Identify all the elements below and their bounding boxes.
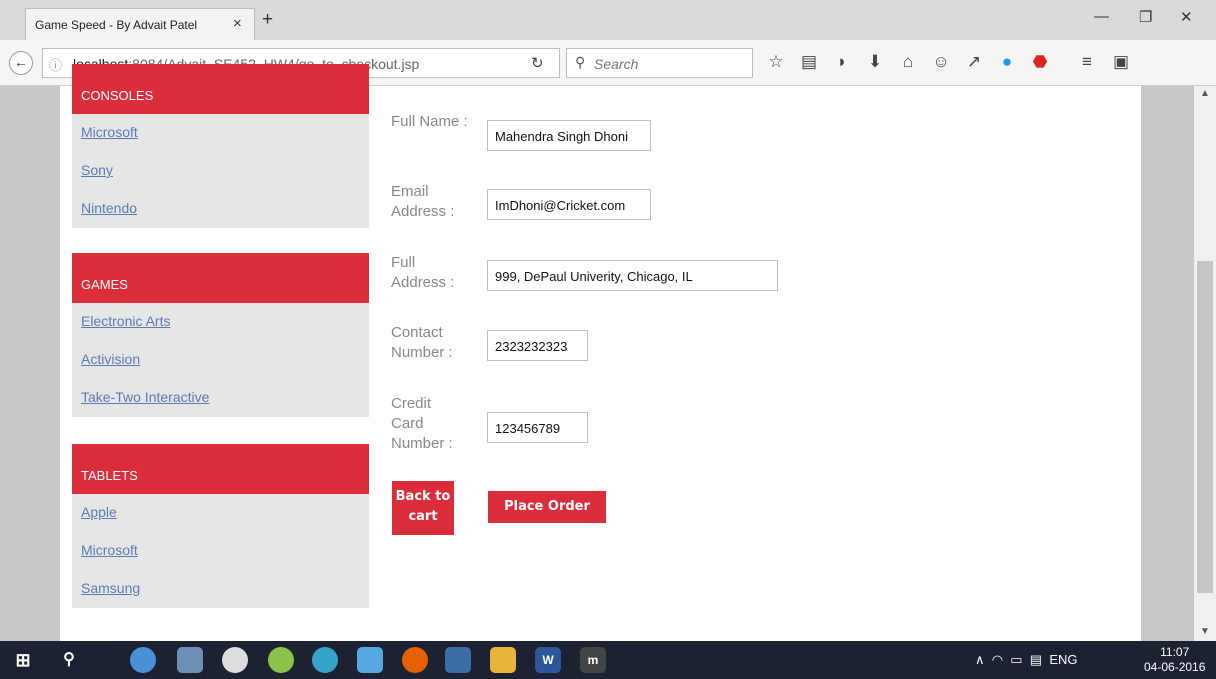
- sidebar-link-nintendo[interactable]: Nintendo: [72, 190, 369, 228]
- clock-date: 04-06-2016: [1144, 660, 1206, 674]
- sidebar-link-activision[interactable]: Activision: [72, 341, 369, 379]
- search-placeholder: Search: [594, 56, 639, 72]
- sidebar-link-samsung[interactable]: Samsung: [72, 570, 369, 608]
- menu-icon[interactable]: ≡: [1077, 51, 1097, 73]
- bookmark-star-icon[interactable]: ☆: [766, 51, 786, 73]
- sidebar: CONSOLES Microsoft Sony Nintendo GAMES E…: [72, 64, 369, 641]
- email-label: Email Address :: [391, 183, 455, 220]
- address-input[interactable]: 999, DePaul Univerity, Chicago, IL: [487, 260, 778, 291]
- scroll-up-icon[interactable]: ▲: [1200, 88, 1210, 99]
- virtualbox-icon[interactable]: [357, 647, 383, 673]
- scroll-down-icon[interactable]: ▼: [1200, 626, 1210, 637]
- bookmarks-list-icon[interactable]: ▤: [799, 51, 819, 73]
- notepad-icon[interactable]: [177, 647, 203, 673]
- email-input[interactable]: ImDhoni@Cricket.com: [487, 189, 651, 220]
- system-tray[interactable]: ∧ ◠ ▭ ▤ ENG: [975, 652, 1078, 668]
- info-icon[interactable]: ⓘ: [49, 55, 62, 74]
- sidebar-link-microsoft-tablets[interactable]: Microsoft: [72, 532, 369, 570]
- category-games: GAMES Electronic Arts Activision Take-Tw…: [72, 253, 369, 417]
- share-icon[interactable]: ↗: [964, 51, 984, 73]
- browser-tab[interactable]: Game Speed - By Advait Patel ×: [25, 8, 255, 40]
- restore-icon[interactable]: ❐: [1139, 8, 1152, 26]
- category-header: GAMES: [72, 253, 369, 303]
- scroll-thumb[interactable]: [1197, 261, 1213, 593]
- firefox-icon[interactable]: [402, 647, 428, 673]
- chrome-icon[interactable]: [130, 647, 156, 673]
- category-header: CONSOLES: [72, 64, 369, 114]
- address-label: Full Address :: [391, 254, 455, 291]
- adblock-icon[interactable]: ⬣: [1030, 51, 1050, 73]
- minimize-icon[interactable]: —: [1094, 8, 1109, 25]
- tab-title: Game Speed - By Advait Patel: [35, 18, 198, 32]
- sidebar-link-electronic-arts[interactable]: Electronic Arts: [72, 303, 369, 341]
- sidebar-link-apple[interactable]: Apple: [72, 494, 369, 532]
- tab-bar: Game Speed - By Advait Patel × + — ❐ ✕: [0, 0, 1216, 40]
- full-name-label: Full Name :: [391, 113, 468, 130]
- place-order-button[interactable]: Place Order: [488, 491, 606, 523]
- taskbar: ⊞ ⚲ W m ∧ ◠ ▭ ▤ ENG 11:07 04-06-2016: [0, 641, 1216, 679]
- contact-input[interactable]: 2323232323: [487, 330, 588, 361]
- close-window-icon[interactable]: ✕: [1180, 8, 1193, 26]
- category-consoles: CONSOLES Microsoft Sony Nintendo: [72, 64, 369, 228]
- pocket-icon[interactable]: ◗: [832, 51, 852, 73]
- sidebar-link-microsoft[interactable]: Microsoft: [72, 114, 369, 152]
- home-icon[interactable]: ⌂: [898, 51, 918, 73]
- vertical-scrollbar[interactable]: ▲ ▼: [1194, 86, 1216, 641]
- category-header: TABLETS: [72, 444, 369, 494]
- clock-time: 11:07: [1160, 645, 1190, 659]
- netbeans-icon[interactable]: [445, 647, 471, 673]
- language-indicator[interactable]: ENG: [1049, 652, 1077, 667]
- file-explorer-icon[interactable]: [490, 647, 516, 673]
- contact-label: Contact Number :: [391, 324, 453, 361]
- search-bar[interactable]: ⚲ Search: [566, 48, 753, 78]
- new-tab-icon[interactable]: +: [262, 10, 273, 29]
- sidebar-link-sony[interactable]: Sony: [72, 152, 369, 190]
- clock[interactable]: 11:07 04-06-2016: [1144, 645, 1205, 675]
- sidebar-link-take-two[interactable]: Take-Two Interactive: [72, 379, 369, 417]
- back-to-cart-button[interactable]: Back to cart: [392, 481, 454, 535]
- tab-close-icon[interactable]: ×: [233, 15, 242, 32]
- reload-icon[interactable]: ↻: [531, 54, 544, 72]
- windows-start-icon[interactable]: ⊞: [10, 647, 36, 673]
- credit-card-label: Credit Card Number :: [391, 395, 453, 452]
- um-app-icon[interactable]: m: [580, 647, 606, 673]
- download-icon[interactable]: ⬇: [865, 51, 885, 73]
- extension-icon[interactable]: ▣: [1111, 51, 1131, 73]
- android-studio-icon[interactable]: [268, 647, 294, 673]
- category-tablets: TABLETS Apple Microsoft Samsung: [72, 444, 369, 608]
- github-icon[interactable]: [222, 647, 248, 673]
- skype-icon[interactable]: ●: [997, 51, 1017, 73]
- back-button[interactable]: ←: [9, 51, 33, 75]
- app-icon[interactable]: [312, 647, 338, 673]
- credit-card-input[interactable]: 123456789: [487, 412, 588, 443]
- chat-icon[interactable]: ☺: [931, 51, 951, 73]
- word-icon[interactable]: W: [535, 647, 561, 673]
- content-area: CONSOLES Microsoft Sony Nintendo GAMES E…: [0, 64, 1216, 641]
- search-taskbar-icon[interactable]: ⚲: [56, 647, 82, 673]
- full-name-input[interactable]: Mahendra Singh Dhoni: [487, 120, 651, 151]
- search-icon: ⚲: [575, 54, 586, 70]
